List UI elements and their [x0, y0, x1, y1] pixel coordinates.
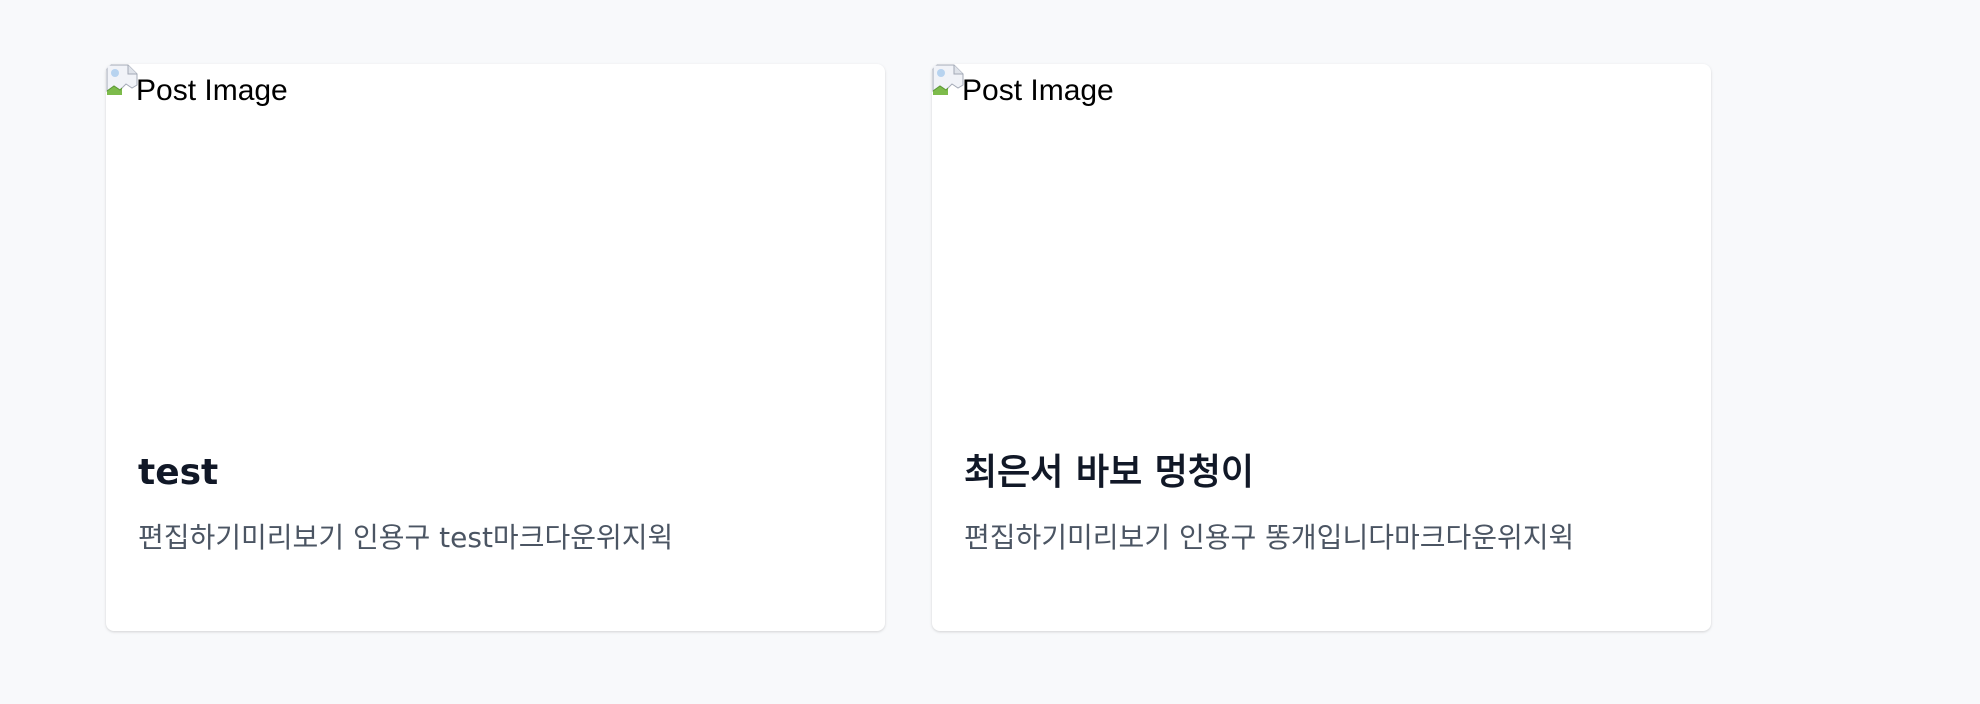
post-title[interactable]: test	[138, 451, 853, 494]
broken-image-icon	[106, 64, 138, 96]
post-image: Post Image	[932, 64, 1114, 106]
post-image: Post Image	[106, 64, 288, 106]
post-image-alt-text: Post Image	[962, 74, 1114, 107]
post-grid: Post Image test 편집하기미리보기 인용구 test마크다운위지윅	[106, 64, 1711, 631]
post-excerpt: 편집하기미리보기 인용구 똥개입니다마크다운위지윅	[964, 521, 1575, 555]
post-card-body: test 편집하기미리보기 인용구 test마크다운위지윅	[106, 451, 885, 557]
post-image-alt-text: Post Image	[136, 74, 288, 107]
post-card[interactable]: Post Image 최은서 바보 멍청이 편집하기미리보기 인용구 똥개입니다…	[932, 64, 1711, 631]
post-image-container: Post Image	[106, 64, 885, 448]
post-title[interactable]: 최은서 바보 멍청이	[964, 451, 1679, 494]
post-image-container: Post Image	[932, 64, 1711, 448]
post-card-body: 최은서 바보 멍청이 편집하기미리보기 인용구 똥개입니다마크다운위지윅	[932, 451, 1711, 557]
post-card[interactable]: Post Image test 편집하기미리보기 인용구 test마크다운위지윅	[106, 64, 885, 631]
broken-image-icon	[932, 64, 964, 96]
post-excerpt: 편집하기미리보기 인용구 test마크다운위지윅	[138, 521, 674, 555]
